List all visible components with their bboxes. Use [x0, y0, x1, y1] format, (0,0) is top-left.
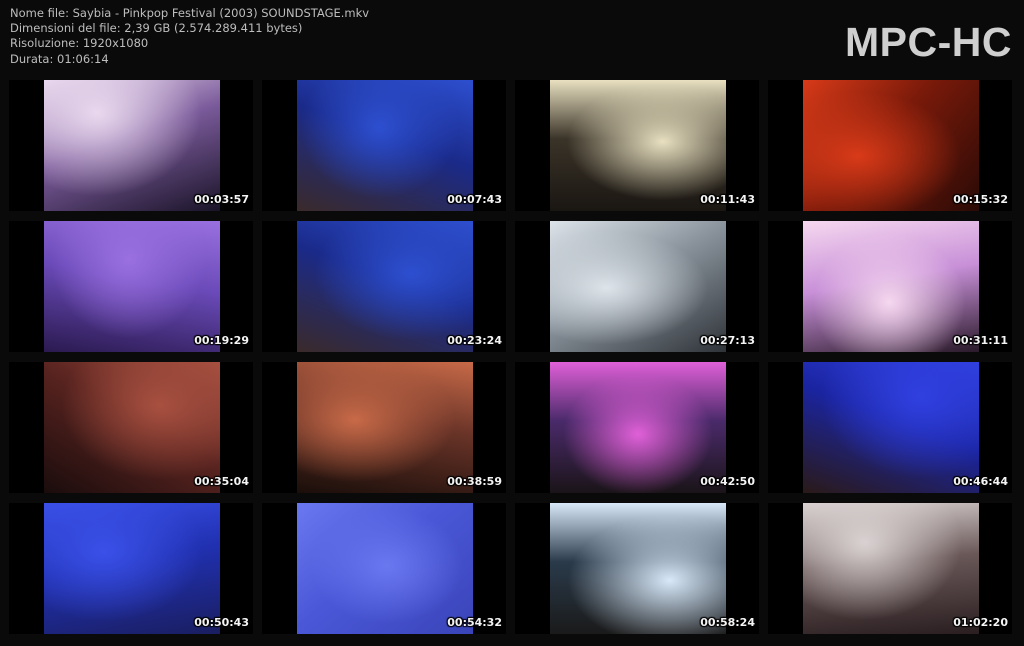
thumbnail-image [803, 503, 979, 634]
thumbnail-timestamp: 00:19:29 [194, 334, 249, 347]
thumbnail: 00:35:04 [9, 362, 253, 493]
thumbnail: 00:03:57 [9, 80, 253, 211]
file-info: Nome file: Saybia - Pinkpop Festival (20… [10, 6, 369, 67]
thumbnail-timestamp: 00:42:50 [700, 475, 755, 488]
thumbnail: 00:42:50 [515, 362, 759, 493]
thumbnail: 00:50:43 [9, 503, 253, 634]
thumbnail: 00:38:59 [262, 362, 506, 493]
thumbnail: 00:11:43 [515, 80, 759, 211]
thumbnail: 00:58:24 [515, 503, 759, 634]
thumbnail-timestamp: 00:15:32 [953, 193, 1008, 206]
thumbnail-image [550, 80, 726, 211]
thumbnail-timestamp: 00:50:43 [194, 616, 249, 629]
thumbnail-image [550, 362, 726, 493]
thumbnail-timestamp: 00:27:13 [700, 334, 755, 347]
thumbnail-image [44, 362, 220, 493]
thumbnail-image [803, 362, 979, 493]
file-size: Dimensioni del file: 2,39 GB (2.574.289.… [10, 21, 303, 36]
thumbnail-image [550, 221, 726, 352]
thumbnail-timestamp: 00:35:04 [194, 475, 249, 488]
file-duration: Durata: 01:06:14 [10, 51, 109, 66]
thumbnail-timestamp: 00:07:43 [447, 193, 502, 206]
thumbnail-timestamp: 00:23:24 [447, 334, 502, 347]
thumbnail-timestamp: 00:03:57 [194, 193, 249, 206]
thumbnail-image [44, 503, 220, 634]
thumbnail-image [297, 362, 473, 493]
thumbnail: 01:02:20 [768, 503, 1012, 634]
thumbnail: 00:31:11 [768, 221, 1012, 352]
thumbnail-image [297, 221, 473, 352]
thumbnail: 00:23:24 [262, 221, 506, 352]
mpc-hc-logo: MPC-HC [845, 19, 1012, 65]
thumbnail-image [297, 503, 473, 634]
thumbnail-image [44, 221, 220, 352]
file-resolution: Risoluzione: 1920x1080 [10, 36, 149, 51]
thumbnail: 00:07:43 [262, 80, 506, 211]
thumbnail-image [803, 221, 979, 352]
thumbnail-grid: 00:03:57 00:07:43 00:11:43 00:15:32 00:19:29… [9, 80, 1017, 634]
thumbnail-timestamp: 00:11:43 [700, 193, 755, 206]
thumbnail-timestamp: 00:31:11 [953, 334, 1008, 347]
thumbnail-image [297, 80, 473, 211]
thumbnail-timestamp: 00:38:59 [447, 475, 502, 488]
thumbnail-image [550, 503, 726, 634]
thumbnail-image [803, 80, 979, 211]
thumbnail-timestamp: 00:54:32 [447, 616, 502, 629]
thumbnail-timestamp: 00:58:24 [700, 616, 755, 629]
thumbnail: 00:46:44 [768, 362, 1012, 493]
thumbnail: 00:27:13 [515, 221, 759, 352]
thumbnail: 00:54:32 [262, 503, 506, 634]
thumbnail-image [44, 80, 220, 211]
thumbnail: 00:19:29 [9, 221, 253, 352]
thumbnail-timestamp: 00:46:44 [953, 475, 1008, 488]
thumbnail-timestamp: 01:02:20 [953, 616, 1008, 629]
thumbnail: 00:15:32 [768, 80, 1012, 211]
file-name: Nome file: Saybia - Pinkpop Festival (20… [10, 6, 370, 20]
